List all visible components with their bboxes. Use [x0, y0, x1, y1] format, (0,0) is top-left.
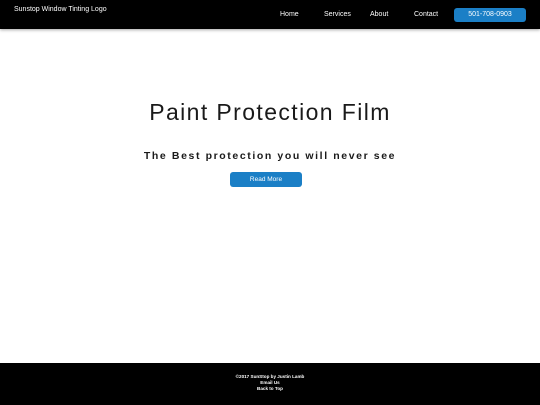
nav-contact-link[interactable]: Contact	[414, 10, 438, 19]
read-more-button[interactable]: Read More	[230, 172, 302, 187]
page: Sunstop Window Tinting Logo Home Service…	[0, 0, 540, 405]
nav-about-link[interactable]: About	[370, 10, 388, 19]
nav-home-link[interactable]: Home	[280, 10, 299, 19]
phone-button[interactable]: 501-708-0903	[454, 8, 526, 22]
back-to-top-link[interactable]: Back to Top	[0, 386, 540, 392]
hero-subtitle: The Best protection you will never see	[143, 150, 397, 162]
site-logo[interactable]: Sunstop Window Tinting Logo	[13, 5, 114, 14]
site-footer: ©2017 SunStop by Justin Lamb Email Us Ba…	[0, 363, 540, 405]
hero-title: Paint Protection Film	[149, 99, 391, 125]
nav-services-link[interactable]: Services	[324, 10, 351, 19]
logo-alt-text: Sunstop Window Tinting Logo	[14, 6, 107, 13]
site-header: Sunstop Window Tinting Logo Home Service…	[0, 0, 540, 29]
